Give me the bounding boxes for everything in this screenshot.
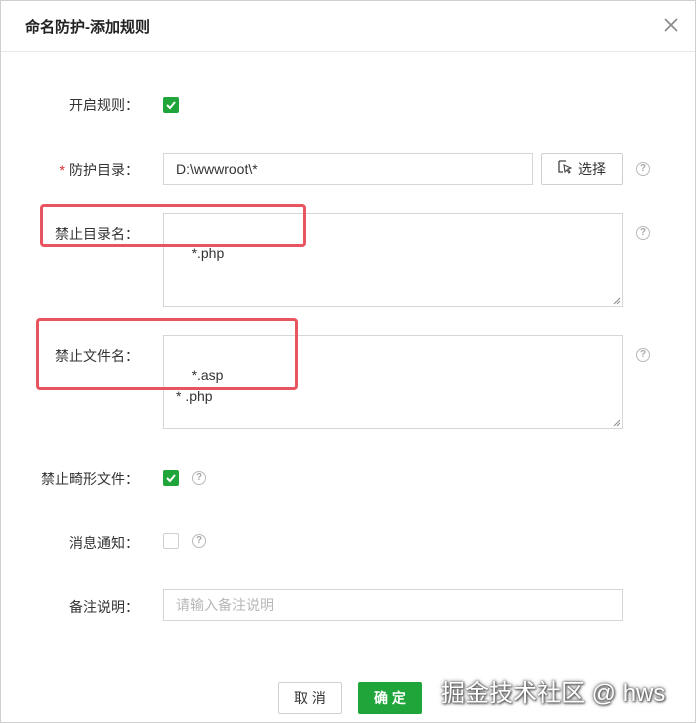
- forbid-malformed-checkbox[interactable]: [163, 470, 179, 486]
- choose-dir-button[interactable]: 选择: [541, 153, 623, 185]
- remark-label: 备注说明：: [69, 599, 139, 615]
- help-circle-icon[interactable]: ?: [636, 162, 650, 176]
- help-circle-icon[interactable]: ?: [192, 471, 206, 485]
- dialog-header: 命名防护-添加规则: [1, 1, 695, 52]
- choose-dir-label: 选择: [578, 161, 606, 177]
- resize-handle-icon[interactable]: [613, 419, 621, 427]
- remark-input[interactable]: 请输入备注说明: [163, 589, 623, 621]
- checkmark-icon: [166, 101, 176, 110]
- highlight-box-file-name: [36, 318, 298, 390]
- forbid-malformed-label: 禁止畸形文件：: [41, 471, 139, 487]
- select-cursor-icon: [558, 154, 573, 184]
- enable-rule-checkbox[interactable]: [163, 97, 179, 113]
- help-circle-icon[interactable]: ?: [636, 226, 650, 240]
- highlight-box-dir-name: [40, 204, 306, 247]
- protect-dir-label: * 防护目录：: [1, 160, 139, 180]
- forbid-dir-name-value: *.php: [191, 245, 225, 261]
- cancel-button[interactable]: 取 消: [278, 682, 342, 714]
- confirm-button[interactable]: 确 定: [358, 682, 422, 714]
- enable-rule-label: 开启规则：: [69, 97, 139, 113]
- help-circle-icon[interactable]: ?: [192, 534, 206, 548]
- close-icon[interactable]: [661, 15, 681, 35]
- watermark-text: 掘金技术社区 @ hws: [441, 680, 666, 707]
- help-circle-icon[interactable]: ?: [636, 348, 650, 362]
- notify-checkbox[interactable]: [163, 533, 179, 549]
- dialog-title: 命名防护-添加规则: [25, 19, 150, 36]
- required-mark: *: [59, 162, 65, 178]
- resize-handle-icon[interactable]: [613, 297, 621, 305]
- protect-dir-label-text: 防护目录：: [69, 162, 139, 178]
- protect-dir-input[interactable]: D:\wwwroot\*: [163, 153, 533, 185]
- notify-label: 消息通知：: [69, 535, 139, 551]
- checkmark-icon: [166, 474, 176, 483]
